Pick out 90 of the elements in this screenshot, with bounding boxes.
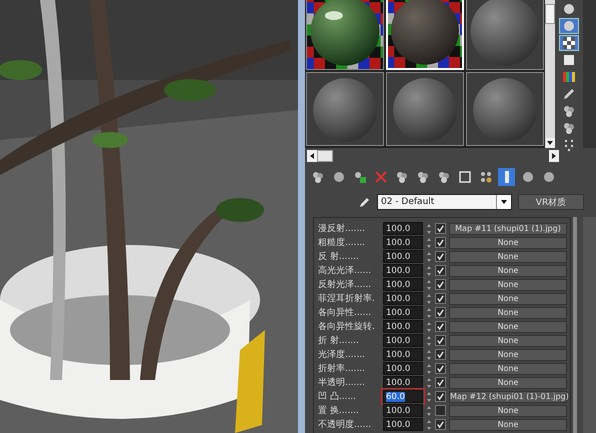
spinner-icon[interactable]	[426, 250, 432, 262]
map-button[interactable]: None	[449, 348, 567, 360]
color-bars-icon[interactable]	[560, 70, 578, 84]
value-field[interactable]: 100.0	[383, 306, 423, 319]
map-button[interactable]: None	[449, 306, 567, 318]
scroll-down-button[interactable]	[546, 138, 554, 148]
map-button[interactable]: None	[449, 418, 567, 430]
spinner-icon[interactable]	[426, 390, 432, 402]
checkbox[interactable]	[435, 419, 446, 430]
spinner-icon[interactable]	[426, 418, 432, 430]
parameter-label: 折射率.......	[318, 362, 366, 375]
scrollbar[interactable]	[573, 217, 577, 433]
material-slot[interactable]	[306, 0, 384, 70]
map-button[interactable]: Map #11 (shupi01 (1).jpg)	[449, 222, 567, 234]
arrow-icon	[308, 152, 316, 160]
value-field[interactable]: 100.0	[383, 320, 423, 333]
map-button[interactable]: None	[449, 278, 567, 290]
map-button[interactable]: None	[449, 264, 567, 276]
checkbox[interactable]	[435, 377, 446, 388]
map-button[interactable]: None	[449, 292, 567, 304]
map-button[interactable]: None	[449, 236, 567, 248]
value-field[interactable]: 100.0	[383, 334, 423, 347]
spinner-icon[interactable]	[426, 376, 432, 388]
material-type-button[interactable]: VR材质	[518, 194, 584, 210]
map-button[interactable]: None	[449, 334, 567, 346]
map-button[interactable]: None	[449, 320, 567, 332]
checkbox[interactable]	[435, 237, 446, 248]
spinner-icon[interactable]	[426, 306, 432, 318]
checkbox[interactable]	[435, 265, 446, 276]
parameter-label: 各向异性旋转.	[318, 320, 376, 333]
map-button[interactable]: None	[449, 250, 567, 262]
eyedropper-icon[interactable]	[359, 196, 371, 208]
map-button[interactable]: None	[449, 376, 567, 388]
value-field[interactable]: 100.0	[383, 348, 423, 361]
spinner-icon[interactable]	[426, 362, 432, 374]
value-field[interactable]: 60.0	[383, 390, 423, 403]
parameter-label: 高光光泽......	[318, 264, 372, 277]
material-name-field[interactable]: 02 - Default	[377, 194, 512, 210]
value-field[interactable]: 100.0	[383, 222, 423, 235]
parameter-label: 菲涅耳折射率.	[318, 292, 376, 305]
value-field[interactable]: 100.0	[383, 376, 423, 389]
spinner-icon[interactable]	[426, 320, 432, 332]
value-field[interactable]: 100.0	[383, 264, 423, 277]
spinner-icon[interactable]	[426, 348, 432, 360]
scroll-thumb[interactable]	[545, 4, 555, 24]
spinner-icon[interactable]	[426, 236, 432, 248]
checkbox[interactable]	[435, 321, 446, 332]
value-field[interactable]: 100.0	[383, 236, 423, 249]
scroll-thumb[interactable]	[317, 150, 333, 162]
parameter-label: 漫反射.......	[318, 222, 366, 235]
spinner-icon[interactable]	[426, 278, 432, 290]
checker-icon[interactable]	[560, 36, 578, 50]
bar-icon[interactable]	[498, 168, 515, 186]
caret-icon	[500, 198, 508, 206]
scroll-left-button[interactable]	[307, 150, 317, 162]
value-field[interactable]: 100.0	[383, 278, 423, 291]
value-field[interactable]: 100.0	[383, 250, 423, 263]
parameter-label: 反 射.......	[318, 250, 360, 263]
checkbox[interactable]	[435, 335, 446, 346]
checkbox[interactable]	[435, 391, 446, 402]
parameter-label: 各向异性......	[318, 306, 372, 319]
parameter-label: 不透明度......	[318, 418, 372, 431]
spinner-icon[interactable]	[426, 222, 432, 234]
parameter-label: 凹 凸......	[318, 390, 358, 403]
checkbox[interactable]	[435, 293, 446, 304]
parameter-label: 置 换.......	[318, 404, 360, 417]
map-button[interactable]: None	[449, 362, 567, 374]
spinner-icon[interactable]	[426, 292, 432, 304]
checkbox[interactable]	[435, 223, 446, 234]
spinner-icon[interactable]	[426, 334, 432, 346]
scroll-right-button[interactable]	[549, 150, 559, 162]
parameter-label: 折 射.......	[318, 334, 360, 347]
parameter-label: 反射光泽......	[318, 278, 372, 291]
value-field[interactable]: 100.0	[383, 418, 423, 431]
checkbox[interactable]	[435, 307, 446, 318]
value-field[interactable]: 100.0	[383, 404, 423, 417]
map-button[interactable]: Map #12 (shupi01 (1)-01.jpg)	[449, 390, 567, 402]
checkbox[interactable]	[435, 279, 446, 290]
checkbox[interactable]	[435, 251, 446, 262]
spinner-icon[interactable]	[426, 264, 432, 276]
parameter-label: 粗糙度.......	[318, 236, 366, 249]
parameter-label: 光泽度.......	[318, 348, 366, 361]
value-field[interactable]: 100.0	[383, 292, 423, 305]
parameter-label: 半透明.......	[318, 376, 366, 389]
value-field[interactable]: 100.0	[383, 362, 423, 375]
checkbox[interactable]	[435, 363, 446, 374]
spinner-icon[interactable]	[426, 404, 432, 416]
checkbox[interactable]	[435, 405, 446, 416]
checkbox[interactable]	[435, 349, 446, 360]
map-button[interactable]: None	[449, 404, 567, 416]
